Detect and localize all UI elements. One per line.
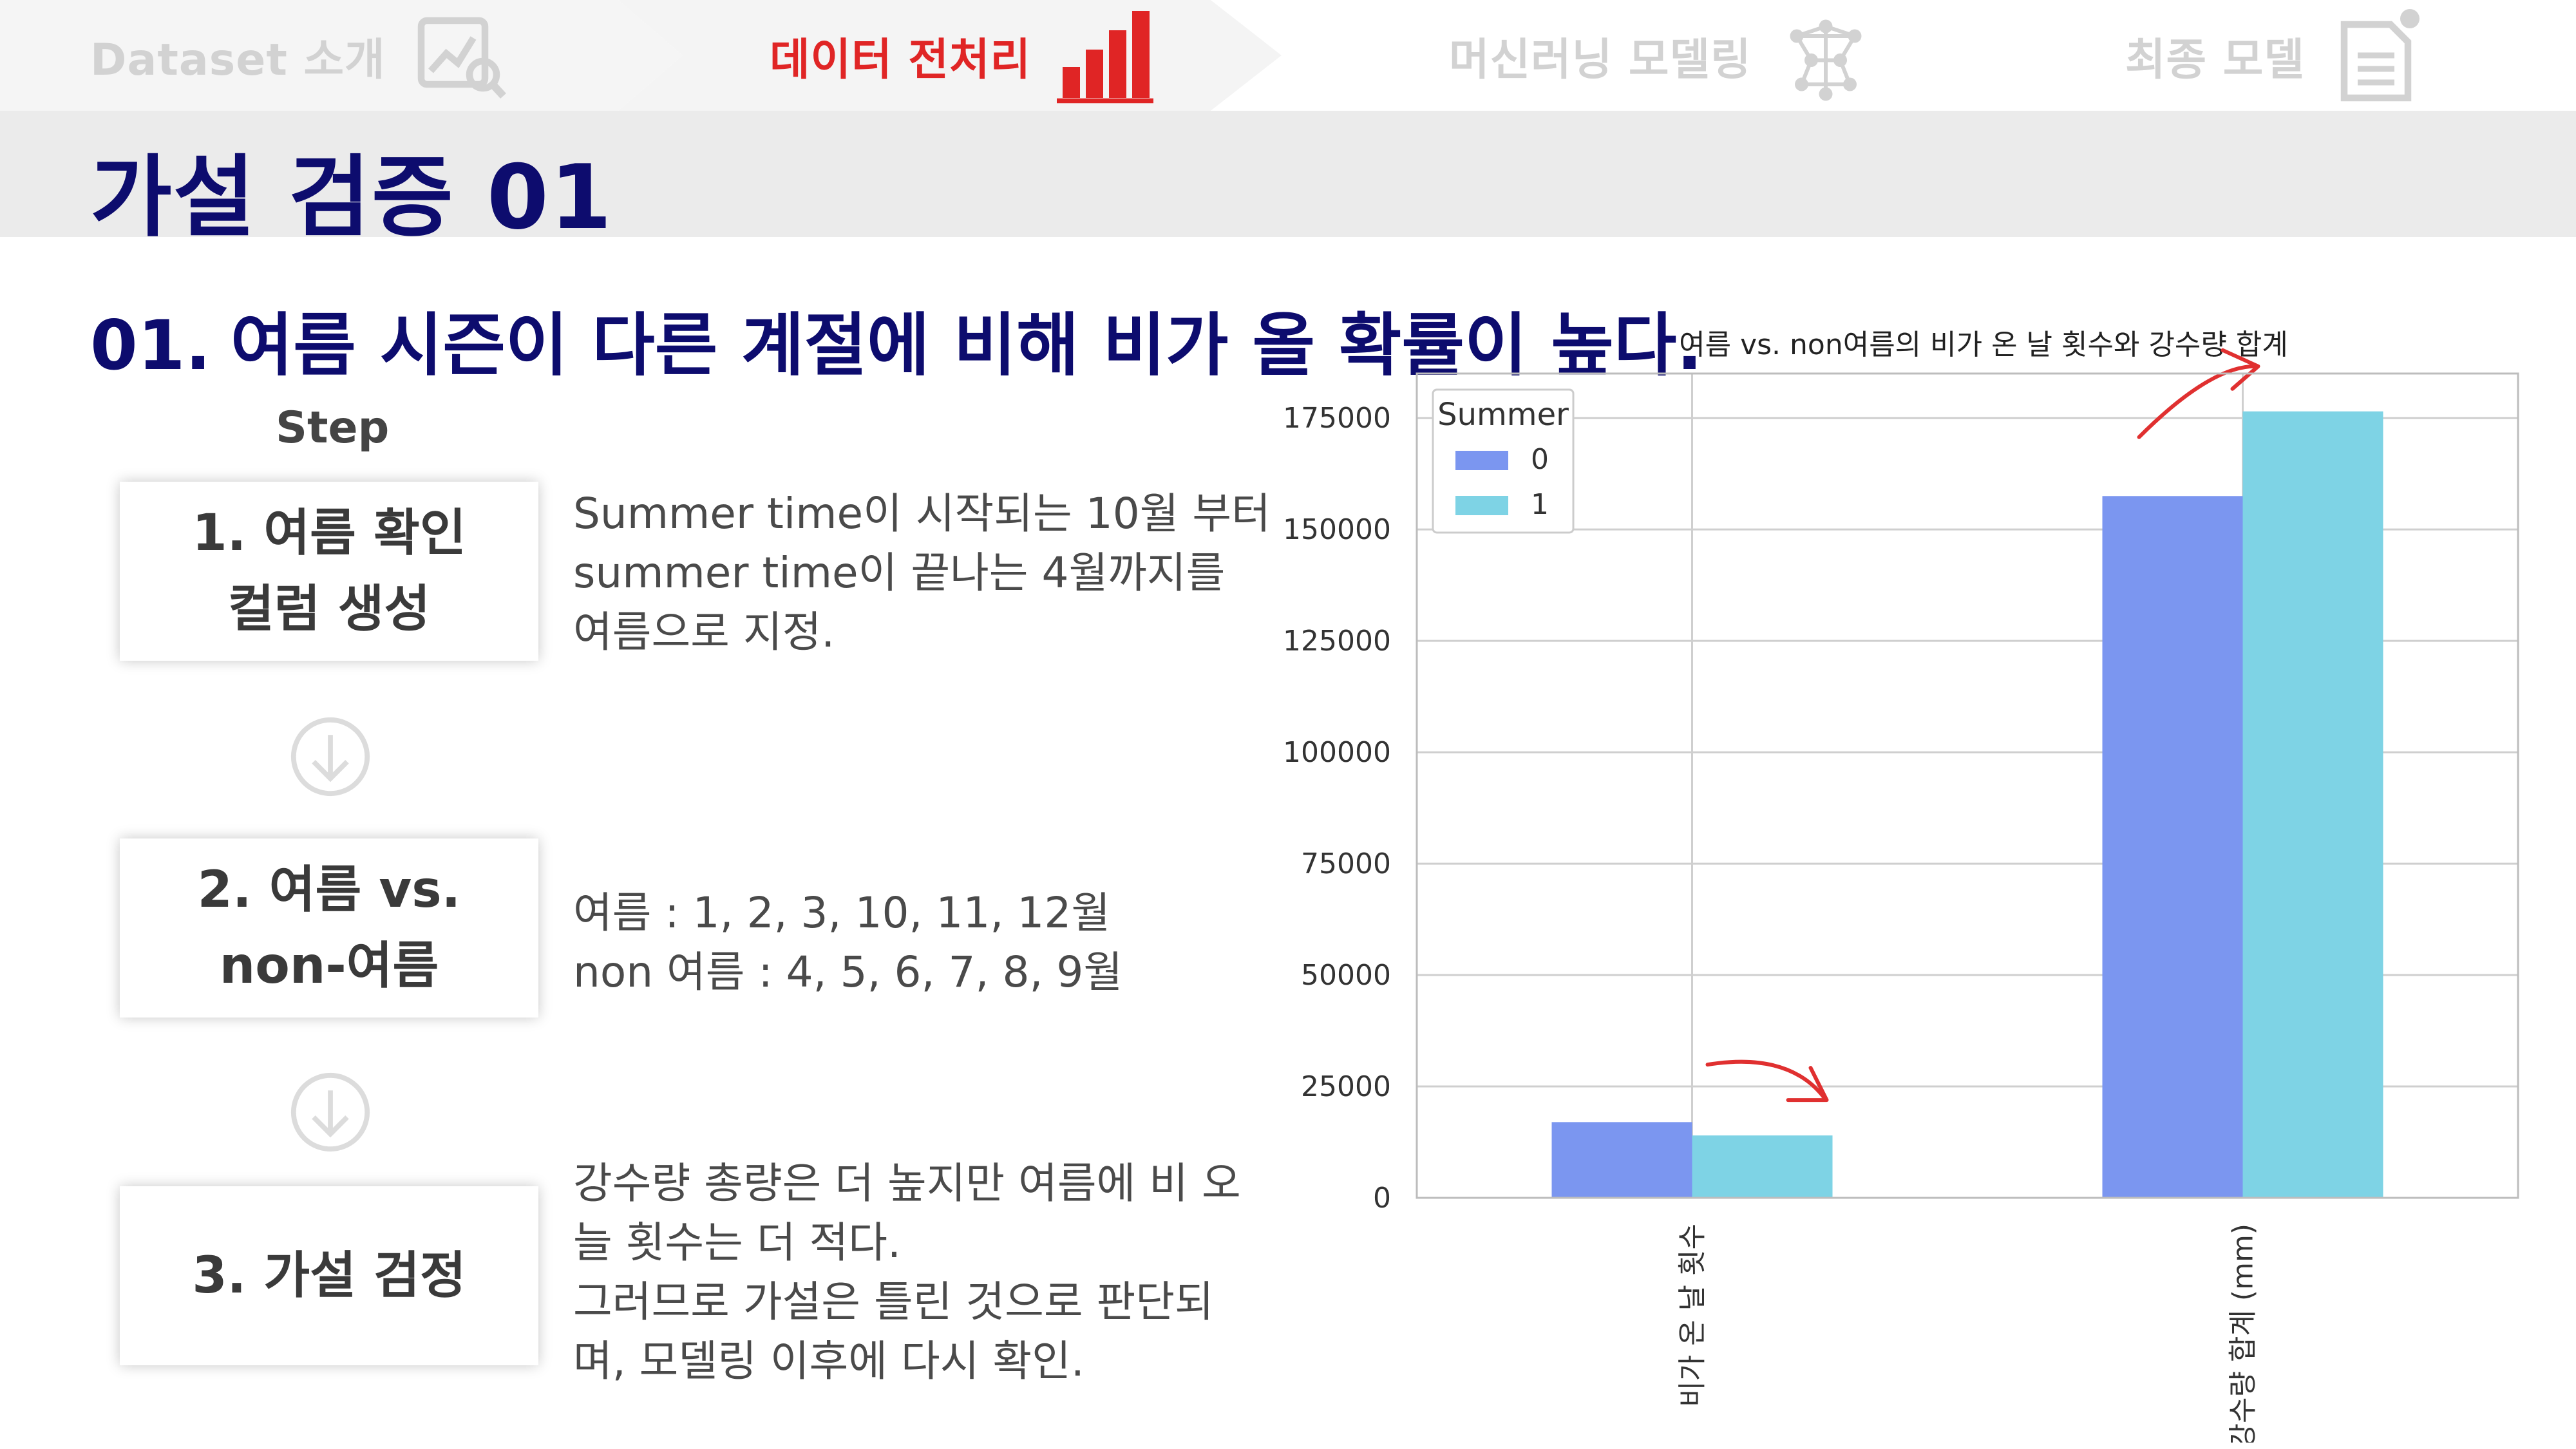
neural-network-icon [1790,19,1862,101]
step-desc-line: 며, 모델링 이후에 다시 확인. [573,1336,1084,1386]
y-tick-label: 175000 [1283,402,1391,435]
y-tick-label: 0 [1373,1182,1391,1215]
y-tick-label: 50000 [1301,959,1391,992]
step-desc-line: 그러므로 가설은 틀린 것으로 판단되 [573,1277,1214,1327]
step-desc-line: 여름 : 1, 2, 3, 10, 11, 12월 [573,888,1111,938]
bar-chart-icon [1057,11,1154,104]
chart-legend: Summer 0 1 [1432,388,1575,534]
step-title-line: 컬럼 생성 [227,580,431,638]
legend-title: Summer [1437,397,1569,433]
y-tick-label: 125000 [1283,625,1391,658]
legend-label-0: 0 [1531,443,1549,476]
step-label: Step [276,402,390,453]
y-tick-label: 75000 [1301,848,1391,880]
step-title-line: 1. 여름 확인 [192,504,466,562]
title-bar: 가설 검증 01 [0,111,2576,249]
step-desc-line: 강수량 총량은 더 높지만 여름에 비 오 [573,1159,1241,1208]
legend-label-1: 1 [1531,488,1549,521]
bar-series-0-1 [1551,1122,1692,1198]
top-navigation: Dataset 소개 데이터 전처리 머신러닝 모델링 최종 모델 [0,0,2576,111]
y-axis-ticks: 0 25000 50000 75000 100000 125000 150000 175000 [1283,402,1391,1215]
nav-step-preprocessing[interactable]: 데이터 전처리 [770,0,1154,111]
down-arrow-icon [290,717,370,797]
step-desc-line: non 여름 : 4, 5, 6, 7, 8, 9월 [573,947,1123,997]
step-desc-line: Summer time이 시작되는 10월 부터 [573,489,1271,538]
bar-chart: 여름 vs. non여름의 비가 온 날 횟수와 강수량 합계 0 25000 50… [1283,328,2519,1443]
nav-step-label: 데이터 전처리 [770,34,1032,86]
page-title: 가설 검증 01 [90,146,613,249]
bar-series-1-1 [1692,1135,1833,1198]
step-3-description: 강수량 총량은 더 높지만 여름에 비 오 늘 횟수는 더 적다. 그러므로 가… [573,1154,1269,1391]
step-desc-line: 여름으로 지정. [573,607,835,657]
step-2-description: 여름 : 1, 2, 3, 10, 11, 12월 non 여름 : 4, 5,… [573,884,1269,1002]
down-arrow-icon [290,1072,370,1152]
step-title-line: 3. 가설 검정 [192,1247,466,1305]
step-1-box: 1. 여름 확인 컬럼 생성 [120,482,538,661]
bar-series-0-2 [2102,496,2243,1198]
step-title-line: 2. 여름 vs. [197,861,461,919]
x-tick-label: 비가 온 날 횟수 [1676,1224,1709,1407]
nav-step-label: 최종 모델 [2125,34,2305,86]
chart-analysis-icon [417,17,506,99]
nav-step-label: 머신러닝 모델링 [1449,34,1752,86]
legend-swatch-0 [1455,451,1508,470]
y-tick-label: 25000 [1301,1070,1391,1103]
step-1-description: Summer time이 시작되는 10월 부터 summer time이 끝나… [573,484,1271,662]
hypothesis-number: 01. [90,306,211,385]
y-tick-label: 150000 [1283,513,1391,546]
y-tick-label: 100000 [1283,736,1391,769]
x-tick-label: 강수량 합계 (mm) [2227,1224,2260,1443]
bar-series-1-2 [2242,411,2383,1198]
annotation-arrow-count [1705,1059,1826,1099]
nav-step-dataset[interactable]: Dataset 소개 [90,0,508,111]
x-axis-ticks: 비가 온 날 횟수 강수량 합계 (mm) [1676,1224,2260,1443]
nav-step-modeling[interactable]: 머신러닝 모델링 [1449,0,1874,111]
nav-step-final-model[interactable]: 최종 모델 [2125,0,2427,111]
step-2-box: 2. 여름 vs. non-여름 [120,838,538,1018]
legend-swatch-1 [1455,496,1508,515]
annotation-arrow-total [2137,364,2257,439]
step-title-line: non-여름 [219,937,439,995]
step-desc-line: summer time이 끝나는 4월까지를 [573,548,1226,598]
nav-step-label: Dataset 소개 [90,34,386,86]
chart-title: 여름 vs. non여름의 비가 온 날 횟수와 강수량 합계 [1679,328,2288,361]
step-3-box: 3. 가설 검정 [120,1186,538,1365]
document-icon [2340,9,2420,102]
step-desc-line: 늘 횟수는 더 적다. [573,1218,901,1267]
